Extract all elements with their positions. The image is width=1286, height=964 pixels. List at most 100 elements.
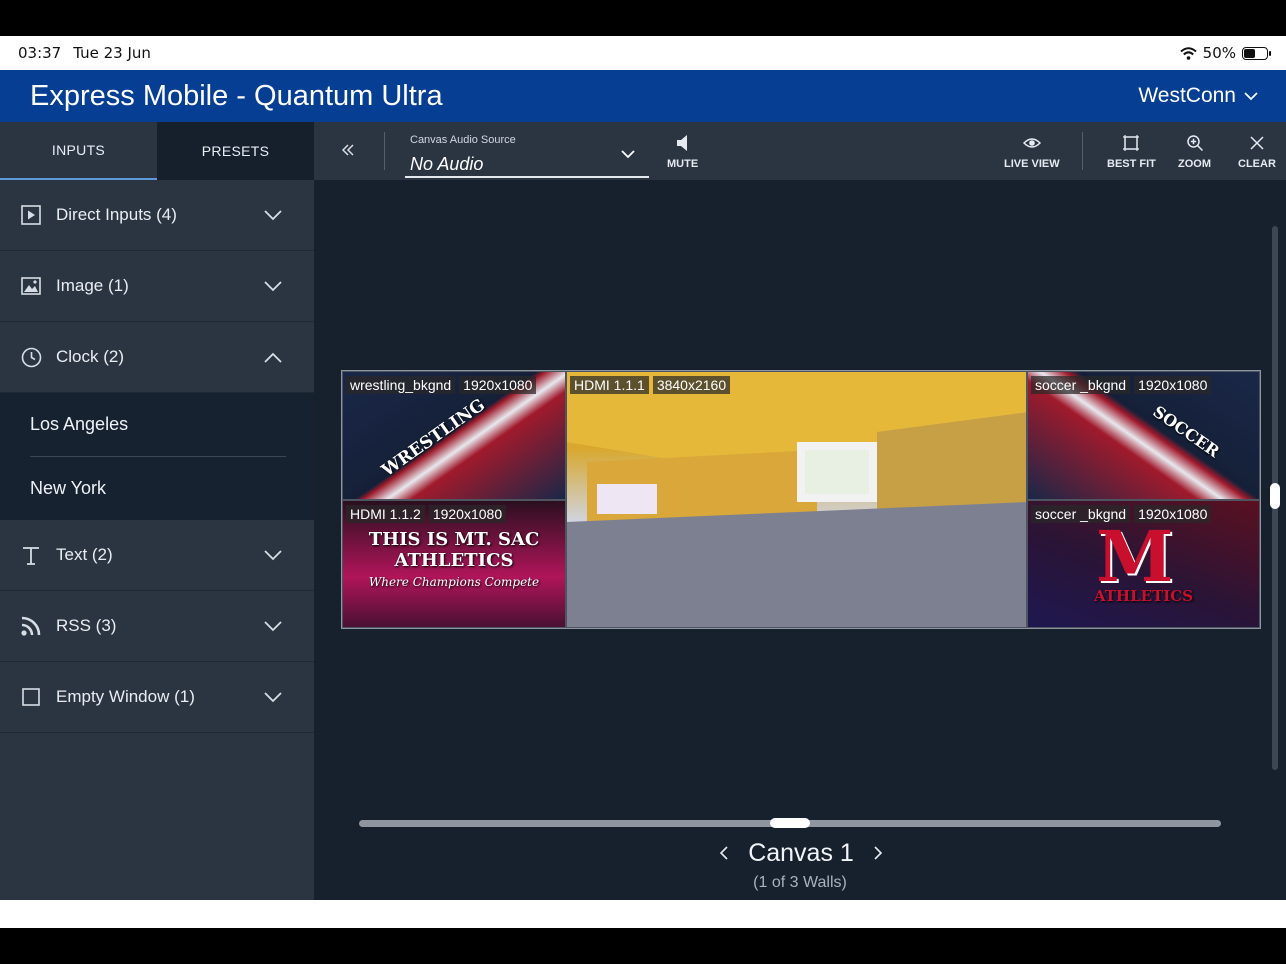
- clock-icon: [20, 346, 42, 368]
- window-source-name: HDMI 1.1.1: [570, 376, 649, 394]
- category-label: Image (1): [56, 276, 129, 295]
- window-resolution: 1920x1080: [459, 376, 537, 394]
- app-title: Express Mobile - Quantum Ultra: [30, 79, 443, 112]
- window-hdmi-1-1-2[interactable]: THIS IS MT. SAC ATHLETICS Where Champion…: [342, 500, 566, 628]
- collapse-sidebar-button[interactable]: [336, 138, 360, 162]
- wifi-icon: [1180, 46, 1197, 60]
- battery-percent: 50%: [1202, 44, 1236, 62]
- soccer-art-text: SOCCER: [1149, 401, 1223, 462]
- chevron-down-icon: [264, 549, 282, 560]
- category-direct-inputs[interactable]: Direct Inputs (4): [0, 180, 314, 251]
- canvas-navigator: Canvas 1: [718, 836, 884, 870]
- eye-icon: [1022, 130, 1041, 156]
- image-icon: [20, 275, 42, 297]
- status-right: 50%: [1180, 44, 1271, 62]
- conference-room-image: [567, 372, 1026, 627]
- clear-button[interactable]: CLEAR: [1238, 130, 1276, 170]
- text-icon: [20, 544, 42, 566]
- zoom-button[interactable]: ZOOM: [1178, 130, 1211, 170]
- status-time: 03:37: [18, 44, 62, 62]
- audio-source-select[interactable]: Canvas Audio Source No Audio: [405, 124, 649, 178]
- live-view-button[interactable]: LIVE VIEW: [1004, 130, 1060, 170]
- app-header: Express Mobile - Quantum Ultra WestConn: [0, 70, 1286, 122]
- rss-icon: [20, 615, 42, 637]
- canvas-toolbar: Canvas Audio Source No Audio MUTE LIVE V…: [314, 122, 1286, 180]
- chevron-down-icon: [1244, 91, 1258, 100]
- category-label: RSS (3): [56, 616, 117, 635]
- horizontal-scroll-thumb[interactable]: [770, 818, 810, 828]
- chevron-right-icon[interactable]: [872, 845, 884, 861]
- audio-source-label: Canvas Audio Source: [410, 134, 516, 146]
- live-view-label: LIVE VIEW: [1004, 158, 1060, 170]
- clock-items: Los Angeles New York: [0, 393, 314, 520]
- wrestling-art-text: WRESTLING: [378, 395, 489, 481]
- sidebar-tabs: INPUTS PRESETS: [0, 122, 314, 180]
- tagline-art-text: Where Champions Compete: [368, 575, 540, 589]
- window-soccer-bkgnd-top[interactable]: SOCCER soccer _bkgnd 1920x1080: [1027, 371, 1260, 500]
- zoom-label: ZOOM: [1178, 158, 1211, 170]
- divider: [1082, 132, 1083, 170]
- window-label: soccer _bkgnd 1920x1080: [1031, 376, 1212, 394]
- window-label: soccer _bkgnd 1920x1080: [1031, 505, 1212, 523]
- speaker-icon: [675, 130, 691, 156]
- window-resolution: 1920x1080: [428, 505, 507, 523]
- window-source-name: wrestling_bkgnd: [346, 376, 456, 394]
- play-box-icon: [20, 204, 42, 226]
- window-resolution: 1920x1080: [1134, 505, 1212, 523]
- window-source-name: HDMI 1.1.2: [346, 505, 425, 523]
- best-fit-icon: [1122, 130, 1140, 156]
- bottom-black-bar: [0, 928, 1286, 964]
- window-wrestling-bkgnd[interactable]: WRESTLING wrestling_bkgnd 1920x1080: [342, 371, 566, 500]
- category-clock[interactable]: Clock (2): [0, 322, 314, 393]
- clock-item-los-angeles[interactable]: Los Angeles: [0, 393, 314, 456]
- window-source-name: soccer _bkgnd: [1031, 376, 1131, 394]
- bottom-white-strip: [0, 900, 1286, 928]
- video-wall-canvas[interactable]: WRESTLING wrestling_bkgnd 1920x1080 THIS…: [341, 370, 1261, 629]
- status-bar: 03:37 Tue 23 Jun 50%: [0, 36, 1286, 70]
- mute-button[interactable]: MUTE: [667, 130, 698, 170]
- vertical-scroll-thumb[interactable]: [1270, 483, 1280, 509]
- account-selector[interactable]: WestConn: [1138, 84, 1258, 108]
- best-fit-button[interactable]: BEST FIT: [1107, 130, 1156, 170]
- window-resolution: 1920x1080: [1134, 376, 1212, 394]
- window-soccer-bkgnd-bottom[interactable]: M ATHLETICS soccer _bkgnd 1920x1080: [1027, 500, 1260, 628]
- walls-count: (1 of 3 Walls): [753, 874, 847, 891]
- tab-inputs[interactable]: INPUTS: [0, 122, 157, 180]
- athletics-logo-text: ATHLETICS: [1093, 587, 1194, 605]
- mute-label: MUTE: [667, 158, 699, 170]
- chevron-down-icon: [264, 620, 282, 631]
- category-label: Clock (2): [56, 347, 125, 366]
- top-black-bar: [0, 0, 1286, 36]
- category-label: Direct Inputs (4): [56, 205, 177, 224]
- category-rss[interactable]: RSS (3): [0, 591, 314, 662]
- category-empty-window[interactable]: Empty Window (1): [0, 662, 314, 733]
- canvas-name: Canvas 1: [748, 838, 854, 867]
- empty-window-icon: [20, 686, 42, 708]
- chevron-down-icon: [264, 691, 282, 702]
- sidebar: INPUTS PRESETS Direct Inputs (4) Image (…: [0, 122, 314, 900]
- window-label: HDMI 1.1.2 1920x1080: [346, 505, 507, 523]
- chevron-down-icon: [621, 150, 635, 159]
- category-label: Text (2): [56, 545, 113, 564]
- chevron-up-icon: [264, 352, 282, 363]
- window-source-name: soccer _bkgnd: [1031, 505, 1131, 523]
- window-resolution: 3840x2160: [652, 376, 731, 394]
- chevron-down-icon: [264, 209, 282, 220]
- best-fit-label: BEST FIT: [1107, 158, 1156, 170]
- chevron-down-icon: [264, 280, 282, 291]
- account-name: WestConn: [1138, 84, 1236, 107]
- double-chevron-left-icon: [341, 144, 354, 156]
- window-label: wrestling_bkgnd 1920x1080: [346, 376, 537, 394]
- athletics-art-text: THIS IS MT. SAC ATHLETICS: [368, 529, 540, 571]
- window-label: HDMI 1.1.1 3840x2160: [570, 376, 731, 394]
- category-text[interactable]: Text (2): [0, 520, 314, 591]
- audio-source-value: No Audio: [410, 154, 484, 174]
- category-image[interactable]: Image (1): [0, 251, 314, 322]
- window-hdmi-1-1-1[interactable]: HDMI 1.1.1 3840x2160: [566, 371, 1027, 628]
- tab-presets[interactable]: PRESETS: [157, 122, 314, 180]
- category-label: Empty Window (1): [56, 687, 195, 706]
- chevron-left-icon[interactable]: [718, 845, 730, 861]
- clock-item-new-york[interactable]: New York: [0, 457, 314, 520]
- status-date: Tue 23 Jun: [73, 44, 151, 62]
- clear-label: CLEAR: [1238, 158, 1276, 170]
